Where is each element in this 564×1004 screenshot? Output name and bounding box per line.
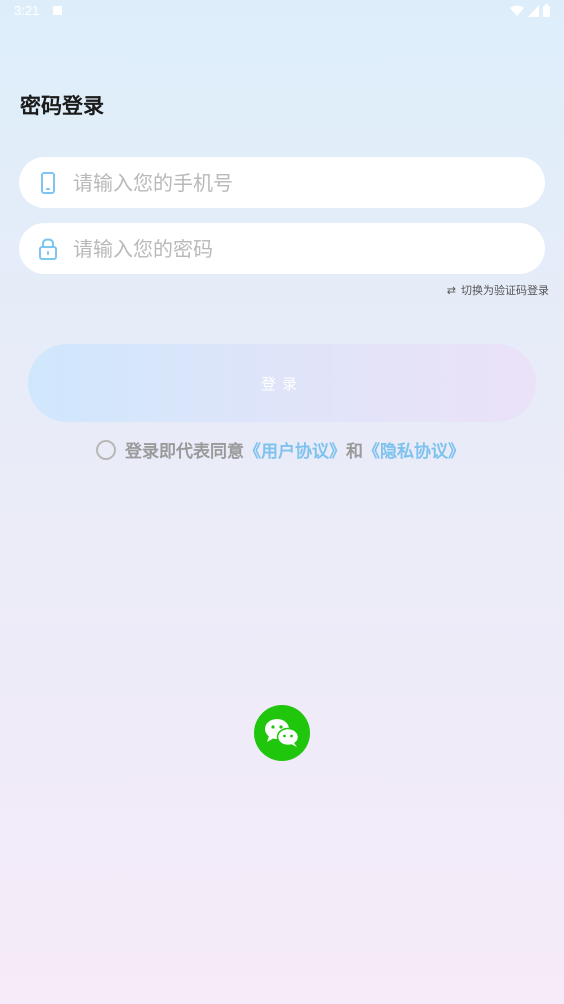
- status-time: 3:21: [14, 3, 40, 18]
- status-bar: 3:21: [0, 0, 564, 24]
- lock-icon: [39, 237, 57, 261]
- switch-to-code-login-link[interactable]: ⇄ 切换为验证码登录: [447, 282, 549, 298]
- agreement-row: 登录即代表同意 《用户协议》 和 《隐私协议》: [96, 437, 465, 462]
- notification-icon: [53, 6, 62, 15]
- status-icons: [510, 4, 550, 17]
- privacy-policy-link[interactable]: 《隐私协议》: [363, 437, 465, 462]
- phone-icon: [39, 171, 57, 195]
- swap-arrows-icon: ⇄: [446, 283, 456, 297]
- phone-input-container[interactable]: [19, 157, 545, 208]
- agreement-conjunction: 和: [346, 442, 363, 462]
- wechat-login-button[interactable]: [254, 705, 310, 761]
- user-agreement-link[interactable]: 《用户协议》: [244, 437, 346, 462]
- password-input-container[interactable]: [19, 223, 545, 274]
- signal-icon: [528, 4, 539, 17]
- wechat-icon: [265, 719, 300, 747]
- password-input[interactable]: [71, 235, 495, 262]
- login-button[interactable]: 登录: [28, 344, 536, 422]
- wifi-icon: [510, 5, 524, 16]
- battery-icon: [543, 4, 550, 17]
- agreement-radio[interactable]: [96, 439, 116, 460]
- agreement-prefix: 登录即代表同意: [125, 442, 244, 462]
- switch-link-label: 切换为验证码登录: [461, 284, 549, 297]
- page-title: 密码登录: [20, 94, 104, 118]
- phone-input[interactable]: [71, 169, 495, 196]
